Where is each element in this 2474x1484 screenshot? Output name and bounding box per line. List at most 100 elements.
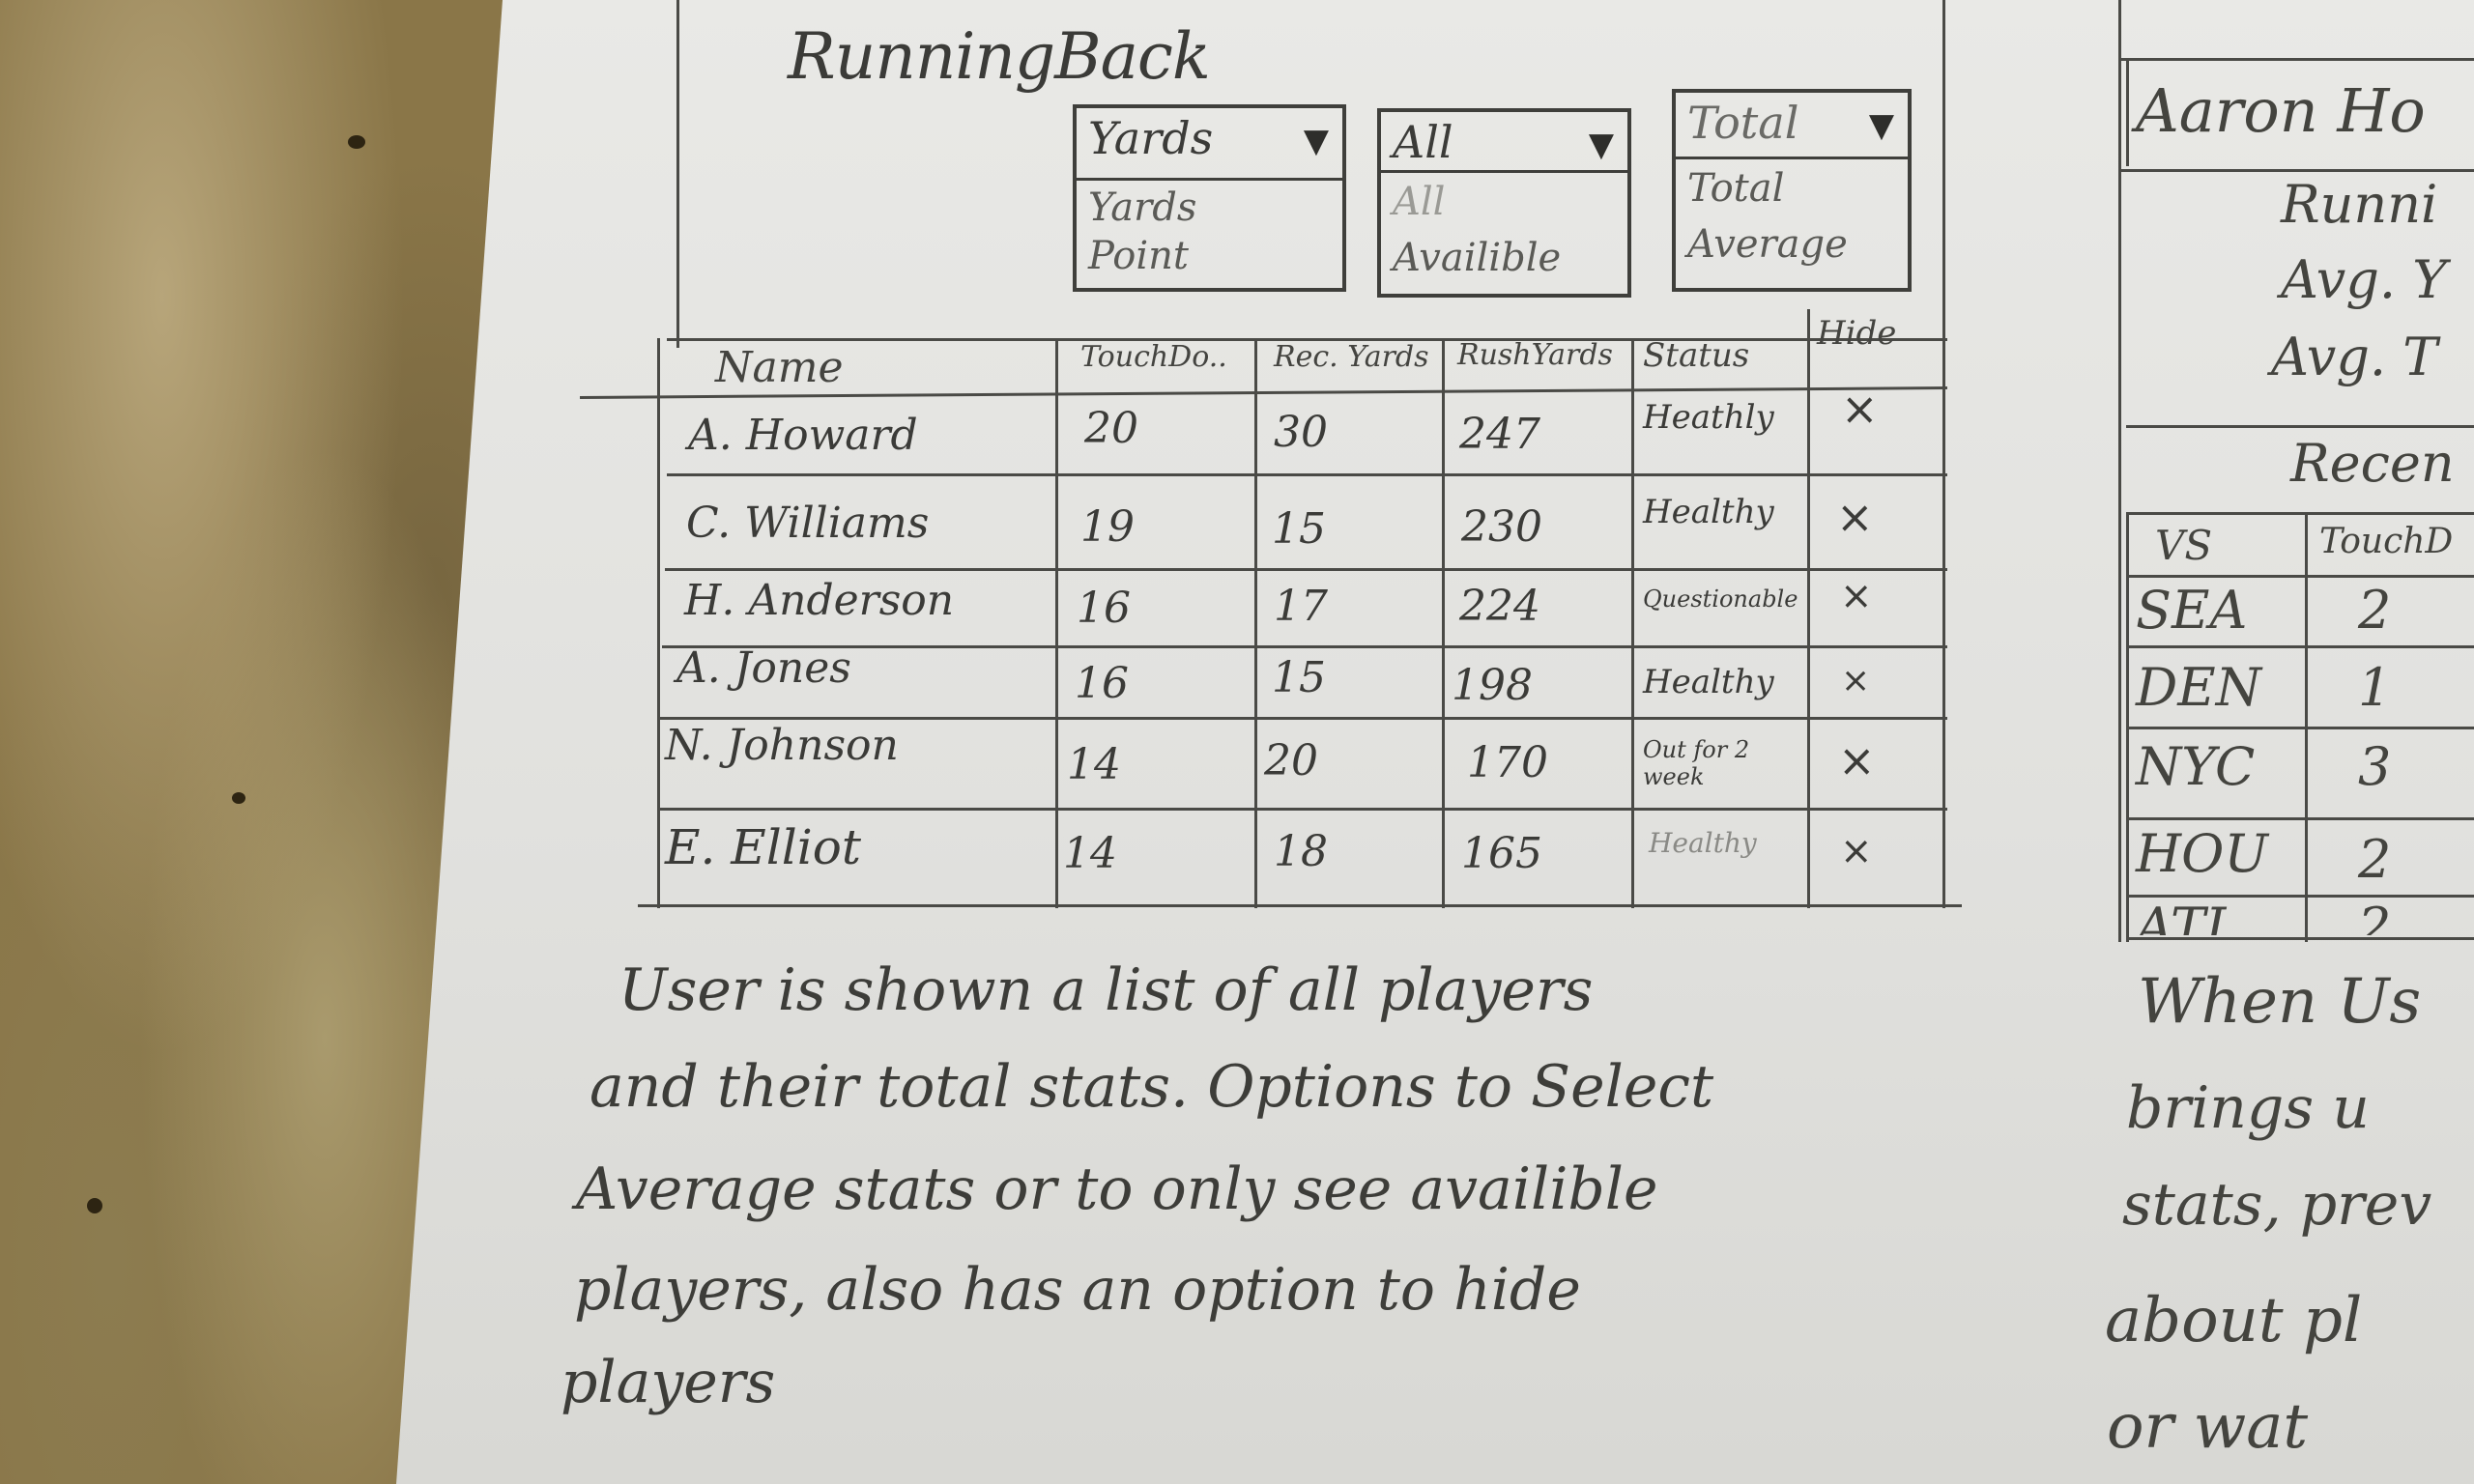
table-rule <box>665 568 1947 571</box>
panel-rule <box>2118 58 2474 61</box>
stat-type-dropdown[interactable]: Yards ▼ Yards Point <box>1073 104 1346 292</box>
rush-yards-cell: 230 <box>1461 502 1542 552</box>
availability-dropdown-header[interactable]: All ▼ <box>1381 112 1627 173</box>
table-rule <box>1807 309 1810 908</box>
dropdown-option[interactable]: Point <box>1088 234 1189 278</box>
panel-rule <box>2126 645 2474 648</box>
availability-dropdown[interactable]: All ▼ All Availible <box>1377 108 1631 298</box>
player-name[interactable]: H. Anderson <box>684 576 954 625</box>
panel-rule <box>2126 512 2474 515</box>
dropdown-option[interactable]: Total <box>1687 166 1784 211</box>
panel-rule <box>2118 169 2474 172</box>
description-line: and their total stats. Options to Select <box>590 1053 1714 1121</box>
hide-player-button[interactable]: × <box>1836 491 1874 543</box>
panel-rule <box>2126 817 2474 820</box>
status-cell: Questionable <box>1643 585 1798 613</box>
column-header-touchdowns[interactable]: TouchDo.. <box>1080 340 1227 374</box>
panel-description-line: stats, prev <box>2122 1171 2432 1239</box>
recent-opponent: ATL <box>2136 899 2240 935</box>
hide-player-button[interactable]: × <box>1840 829 1873 873</box>
panel-rule <box>2126 895 2474 898</box>
hide-player-button[interactable]: × <box>1840 574 1873 618</box>
dropdown-option[interactable]: Average <box>1687 222 1848 267</box>
aggregate-dropdown[interactable]: Total ▼ Total Average <box>1672 89 1912 292</box>
stat-type-selected: Yards <box>1088 112 1214 164</box>
hide-player-button[interactable]: × <box>1838 734 1876 786</box>
table-rule <box>662 645 1947 648</box>
table-rule <box>638 904 1962 907</box>
touchdowns-cell: 16 <box>1075 659 1129 708</box>
dropdown-arrow-icon[interactable]: ▼ <box>1869 106 1894 145</box>
table-rule <box>1254 338 1257 908</box>
table-rule <box>1442 338 1445 908</box>
recent-touchdowns: 2 <box>2358 580 2392 641</box>
stone-speck <box>87 1198 102 1213</box>
panel-rule <box>2126 575 2474 578</box>
rec-yards-cell: 15 <box>1272 504 1326 554</box>
player-name[interactable]: A. Jones <box>676 643 851 693</box>
dropdown-arrow-icon[interactable]: ▼ <box>1304 122 1329 160</box>
touchdowns-cell: 19 <box>1080 502 1135 552</box>
rush-yards-cell: 198 <box>1452 661 1533 710</box>
status-cell: Healthy <box>1643 493 1774 531</box>
recent-row-clipped: ATL 2 <box>2126 899 2474 935</box>
stone-speck <box>232 792 245 804</box>
panel-description-line: about pl <box>2105 1285 2363 1356</box>
rush-yards-cell: 247 <box>1459 410 1540 459</box>
rec-yards-cell: 18 <box>1274 827 1328 876</box>
touchdowns-cell: 14 <box>1063 829 1117 878</box>
player-name[interactable]: A. Howard <box>688 411 918 460</box>
aggregate-dropdown-header[interactable]: Total ▼ <box>1676 93 1908 159</box>
panel-rule <box>2126 60 2129 166</box>
touchdowns-cell: 16 <box>1077 584 1131 633</box>
column-header-rec-yards[interactable]: Rec. Yards <box>1274 340 1429 374</box>
recent-opponent: HOU <box>2136 823 2268 884</box>
dropdown-option[interactable]: Availible <box>1393 236 1561 280</box>
hide-player-button[interactable]: × <box>1841 383 1879 435</box>
description-line: Average stats or to only see availible <box>576 1156 1658 1223</box>
rec-yards-cell: 20 <box>1264 736 1318 785</box>
table-rule <box>667 473 1947 476</box>
description-line: players <box>561 1349 776 1416</box>
player-detail-name: Aaron Ho <box>2136 75 2426 146</box>
player-detail-line: Avg. Y <box>2281 249 2447 310</box>
description-line: User is shown a list of all players <box>618 956 1594 1024</box>
status-cell: Healthy <box>1649 827 1757 859</box>
player-name[interactable]: C. Williams <box>686 499 929 548</box>
dropdown-option[interactable]: Yards <box>1088 186 1196 230</box>
table-rule <box>657 808 1947 811</box>
dropdown-arrow-icon[interactable]: ▼ <box>1589 126 1614 164</box>
player-name[interactable]: N. Johnson <box>665 721 899 770</box>
table-rule <box>657 338 660 908</box>
panel-rule <box>2126 425 2474 428</box>
player-detail-line: Avg. T <box>2271 327 2438 387</box>
panel-rule <box>2126 937 2474 940</box>
description-line: players, also has an option to hide <box>574 1256 1581 1324</box>
recent-opponent: NYC <box>2136 736 2256 797</box>
stone-speck <box>348 135 365 149</box>
recent-touchdowns: 3 <box>2358 736 2392 797</box>
rec-yards-cell: 15 <box>1272 653 1326 702</box>
column-header-hide: Hide <box>1817 314 1897 353</box>
rush-yards-cell: 170 <box>1467 738 1548 787</box>
column-header-rush-yards[interactable]: RushYards <box>1457 338 1613 372</box>
column-header-name[interactable]: Name <box>715 343 844 392</box>
player-detail-line: Runni <box>2281 174 2438 235</box>
status-cell: Out for 2 week <box>1643 736 1750 790</box>
panel-description-line: brings u <box>2126 1074 2370 1142</box>
table-rule <box>1055 338 1058 908</box>
table-rule <box>1631 338 1634 908</box>
rec-yards-cell: 30 <box>1274 408 1328 457</box>
player-name[interactable]: E. Elliot <box>665 819 861 875</box>
hide-player-button[interactable]: × <box>1841 661 1870 700</box>
dropdown-option[interactable]: All <box>1393 180 1445 224</box>
touchdowns-cell: 14 <box>1067 740 1121 789</box>
recent-touchdowns: 1 <box>2358 657 2392 718</box>
recent-header-vs: VS <box>2155 522 2213 569</box>
frame-left-edge <box>676 0 679 348</box>
status-cell: Healthy <box>1643 663 1774 701</box>
column-header-status[interactable]: Status <box>1643 336 1749 375</box>
aggregate-selected: Total <box>1687 97 1799 149</box>
stat-type-dropdown-header[interactable]: Yards ▼ <box>1077 108 1342 181</box>
recent-header-touchdowns: TouchD <box>2319 522 2454 561</box>
